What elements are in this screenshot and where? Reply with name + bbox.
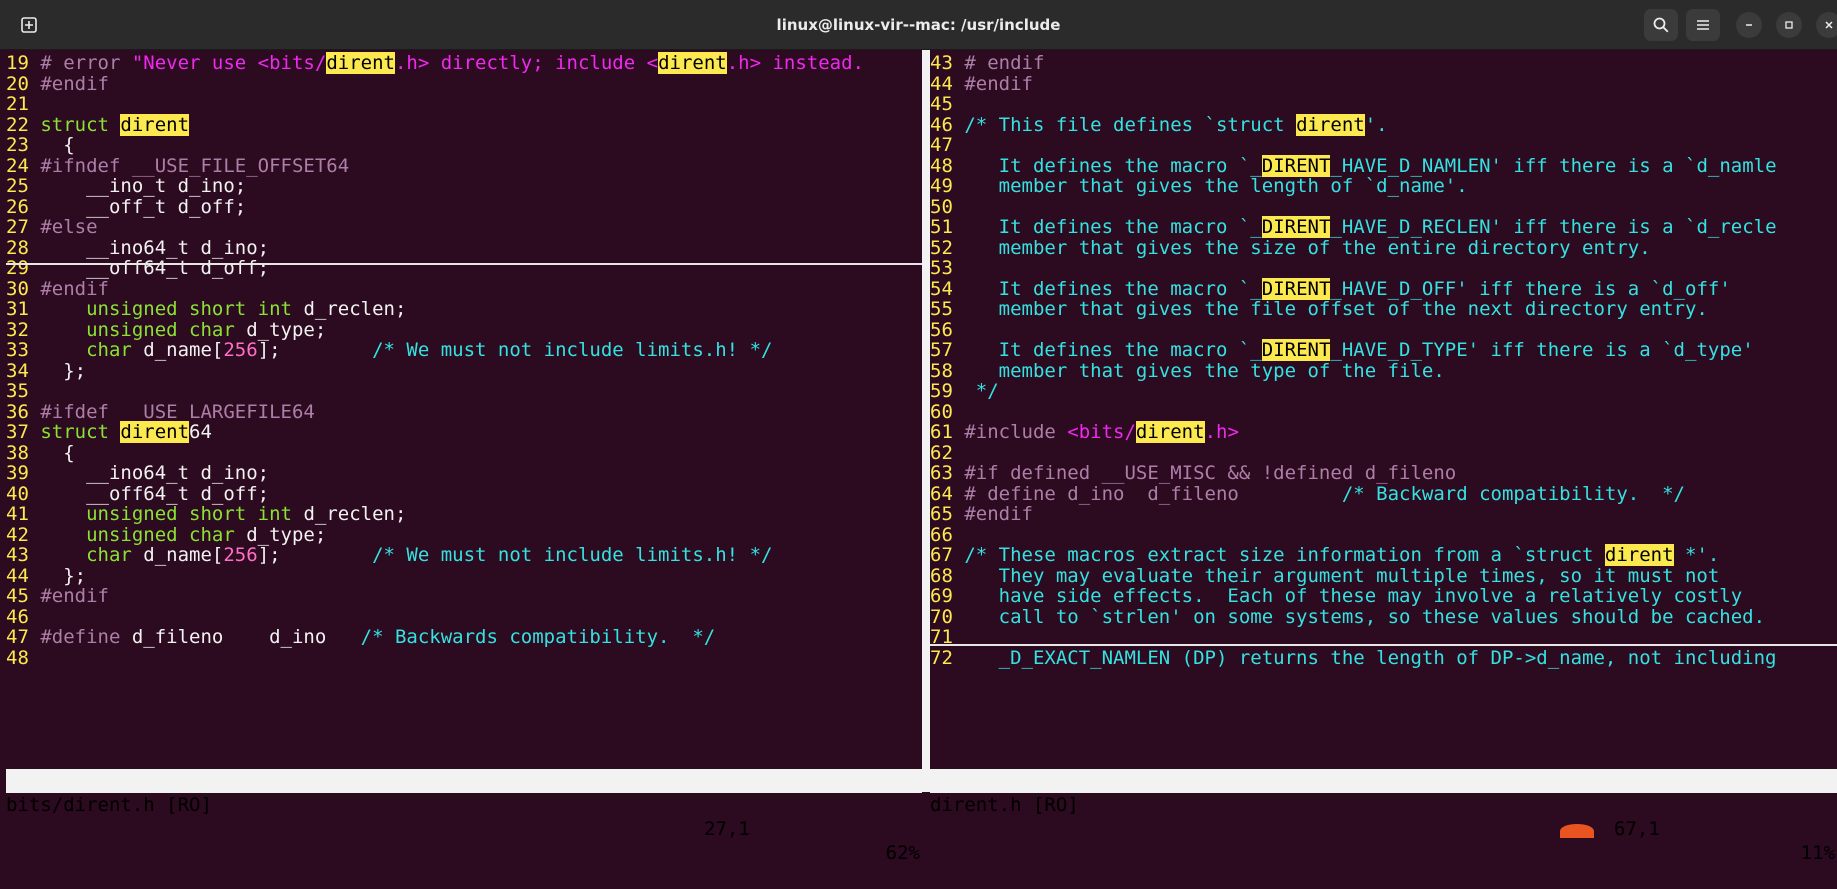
minimize-button[interactable] [1736,12,1762,38]
desktop-decoration [1560,824,1594,838]
right-status-percent: 11% [1800,842,1835,864]
terminal-area[interactable]: 19 # error "Never use <bits/dirent.h> di… [0,50,1837,864]
right-cursorline [930,644,1837,646]
code-token: _D_EXACT_NAMLEN (DP) returns the length … [964,646,1777,669]
maximize-icon [1783,19,1795,31]
left-status-position: 27,1 [704,818,750,840]
vertical-split-divider[interactable] [922,50,930,792]
maximize-button[interactable] [1776,12,1802,38]
line-number: 72 [930,646,965,669]
hamburger-menu-icon [1694,16,1712,34]
code-line[interactable]: 48 [6,646,922,670]
line-number: 48 [6,646,41,669]
left-status-percent: 62% [885,842,920,864]
left-vim-pane[interactable]: 19 # error "Never use <bits/dirent.h> di… [0,50,922,770]
close-button[interactable] [1816,12,1837,38]
close-icon [1823,19,1835,31]
left-cursorline [6,263,922,265]
window-title: linux@linux-vir--mac: /usr/include [776,16,1061,34]
search-button[interactable] [1644,9,1678,41]
menu-button[interactable] [1686,9,1720,41]
search-icon [1652,16,1670,34]
right-vim-pane[interactable]: 43 # endif 44 #endif 45 46 /* This file de… [930,50,1837,770]
right-status-position: 67,1 [1614,818,1660,840]
left-status-line: bits/dirent.h [RO] 27,1 62% [6,769,922,864]
right-status-line: dirent.h [RO] 67,1 11% [930,769,1837,864]
window-titlebar[interactable]: linux@linux-vir--mac: /usr/include [0,0,1837,50]
minimize-icon [1743,19,1755,31]
right-status-file: dirent.h [RO] [930,794,1079,816]
left-status-file: bits/dirent.h [RO] [6,794,212,816]
code-line[interactable]: 72 _D_EXACT_NAMLEN (DP) returns the leng… [930,646,1837,670]
